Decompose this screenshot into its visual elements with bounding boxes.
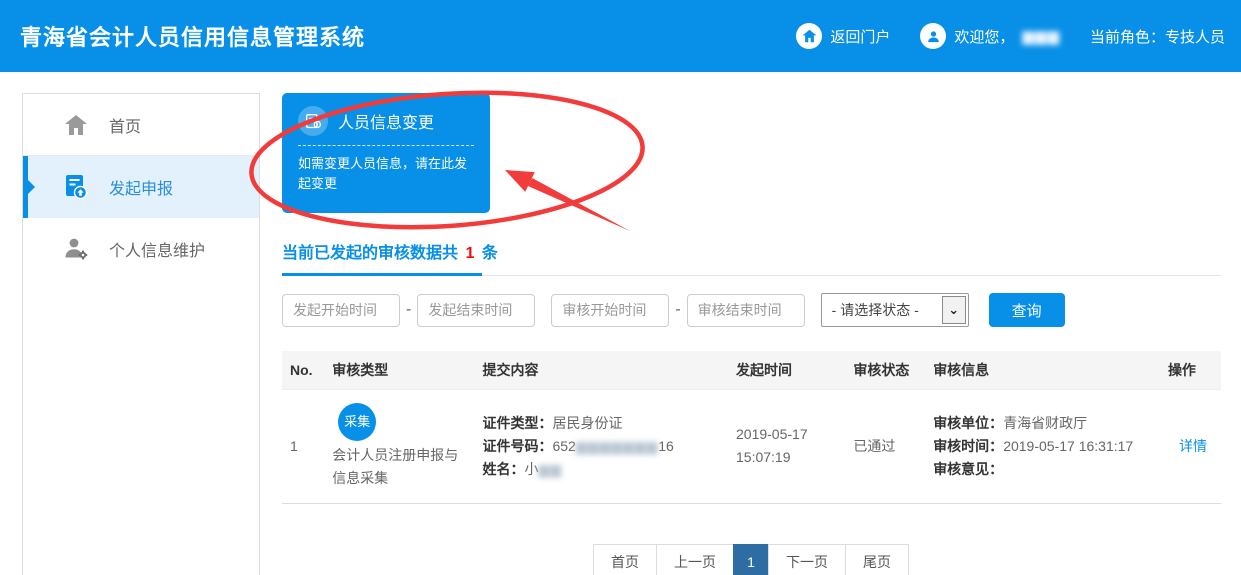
initiate-start-date-input[interactable] bbox=[282, 293, 400, 327]
col-review-info: 审核信息 bbox=[925, 351, 1160, 389]
card-title: 人员信息变更 bbox=[338, 115, 435, 132]
doc-no-suffix: 16 bbox=[658, 437, 674, 454]
sidebar-item-label: 个人信息维护 bbox=[109, 243, 206, 260]
date-range-dash: - bbox=[675, 301, 681, 318]
col-initiated-time: 发起时间 bbox=[728, 351, 846, 389]
query-button[interactable]: 查询 bbox=[988, 293, 1065, 327]
return-portal-link[interactable]: 返回门户 bbox=[796, 23, 890, 49]
status-select[interactable]: - 请选择状态 - ⌄ bbox=[820, 293, 969, 327]
table-header-row: No. 审核类型 提交内容 发起时间 审核状态 审核信息 操作 bbox=[282, 351, 1221, 389]
review-time-value: 2019-05-17 16:31:17 bbox=[1003, 437, 1134, 454]
filter-bar: - - - 请选择状态 - ⌄ 查询 bbox=[282, 293, 1221, 327]
row-review-status: 已通过 bbox=[845, 388, 926, 504]
card-header: 人员信息变更 bbox=[298, 106, 474, 136]
doc-type-label: 证件类型： bbox=[482, 414, 553, 431]
collect-badge: 采集 bbox=[338, 402, 377, 441]
doc-no-prefix: 652 bbox=[552, 437, 576, 454]
top-header: 青海省会计人员信用信息管理系统 返回门户 欢迎您， ▆▆▆ 当前角色：专技人员 bbox=[0, 0, 1241, 72]
heading-suffix: 条 bbox=[481, 245, 498, 262]
pagination-last[interactable]: 尾页 bbox=[845, 543, 909, 575]
red-arrow-shaft bbox=[527, 178, 630, 231]
doc-no-label: 证件号码： bbox=[482, 437, 553, 454]
pagination-first[interactable]: 首页 bbox=[593, 543, 657, 575]
review-type-text: 会计人员注册申报与信息采集 bbox=[332, 446, 459, 486]
person-name-prefix: 小 bbox=[524, 460, 539, 477]
detail-link[interactable]: 详情 bbox=[1179, 438, 1207, 454]
profile-maintenance-icon bbox=[63, 237, 89, 261]
col-review-status: 审核状态 bbox=[845, 351, 926, 389]
person-name-label: 姓名： bbox=[482, 460, 525, 477]
review-start-date-input[interactable] bbox=[551, 293, 670, 327]
chevron-down-icon: ⌄ bbox=[941, 296, 966, 324]
document-gear-icon bbox=[298, 106, 328, 136]
sidebar-item-declare[interactable]: 发起申报 bbox=[23, 156, 259, 218]
masked-doc-no: ▆▆▆▆▆▆▆ bbox=[575, 437, 659, 454]
row-no: 1 bbox=[282, 388, 325, 504]
pagination-next[interactable]: 下一页 bbox=[768, 543, 846, 575]
row-initiated-time: 2019-05-17 15:07:19 bbox=[728, 388, 846, 504]
review-unit-value: 青海省财政厅 bbox=[1003, 414, 1088, 431]
personnel-change-card[interactable]: 人员信息变更 如需变更人员信息，请在此发起变更 bbox=[282, 93, 490, 213]
row-review-type: 采集 会计人员注册申报与信息采集 bbox=[324, 388, 475, 504]
welcome-user[interactable]: 欢迎您， ▆▆▆ bbox=[920, 23, 1060, 49]
pagination-prev[interactable]: 上一页 bbox=[656, 543, 734, 575]
review-data-table: No. 审核类型 提交内容 发起时间 审核状态 审核信息 操作 1 采集 会计人… bbox=[282, 351, 1221, 504]
row-submitted-content: 证件类型：居民身份证 证件号码：652▆▆▆▆▆▆▆16 姓名：小▆▆ bbox=[474, 388, 728, 504]
masked-user-name: ▆▆▆ bbox=[1022, 28, 1060, 45]
masked-person-name: ▆▆ bbox=[538, 460, 563, 477]
heading-prefix: 当前已发起的审核数据共 bbox=[282, 245, 459, 262]
section-heading: 当前已发起的审核数据共 1 条 bbox=[282, 239, 1221, 263]
home-icon bbox=[63, 114, 89, 136]
return-portal-label: 返回门户 bbox=[830, 28, 891, 46]
section-underline bbox=[282, 273, 1221, 276]
table-row: 1 采集 会计人员注册申报与信息采集 证件类型：居民身份证 证件号码：652▆▆… bbox=[282, 388, 1221, 504]
date-range-dash: - bbox=[406, 301, 412, 318]
review-opinion-label: 审核意见： bbox=[933, 460, 1004, 477]
current-role-label: 当前角色：专技人员 bbox=[1089, 28, 1225, 46]
card-area: 人员信息变更 如需变更人员信息，请在此发起变更 bbox=[249, 90, 645, 231]
red-arrow-head bbox=[505, 170, 535, 192]
col-no: No. bbox=[282, 351, 325, 389]
user-circle-icon bbox=[920, 23, 947, 49]
main-content: 人员信息变更 如需变更人员信息，请在此发起变更 当前已发起的审核数据共 1 条 … bbox=[249, 90, 1221, 575]
welcome-prefix: 欢迎您， bbox=[954, 28, 1015, 46]
declare-icon bbox=[63, 174, 89, 200]
row-review-info: 审核单位：青海省财政厅 审核时间：2019-05-17 16:31:17 审核意… bbox=[925, 388, 1160, 504]
initiate-end-date-input[interactable] bbox=[417, 293, 536, 327]
pagination-page-1[interactable]: 1 bbox=[733, 543, 769, 575]
sidebar-item-label: 发起申报 bbox=[109, 181, 174, 198]
card-description: 如需变更人员信息，请在此发起变更 bbox=[298, 156, 468, 191]
col-operation: 操作 bbox=[1159, 351, 1221, 389]
card-divider bbox=[298, 145, 474, 146]
status-select-value: - 请选择状态 - bbox=[831, 302, 919, 318]
header-right: 返回门户 欢迎您， ▆▆▆ 当前角色：专技人员 bbox=[796, 23, 1225, 49]
sidebar-nav: 首页 发起申报 个人信息维护 bbox=[22, 93, 260, 575]
review-time-label: 审核时间： bbox=[933, 437, 1004, 454]
review-unit-label: 审核单位： bbox=[933, 414, 1004, 431]
sidebar-item-profile[interactable]: 个人信息维护 bbox=[23, 218, 259, 280]
record-count: 1 bbox=[465, 245, 475, 262]
pagination: 首页 上一页 1 下一页 尾页 bbox=[282, 543, 1221, 575]
sidebar-item-label: 首页 bbox=[109, 118, 142, 136]
col-submitted-content: 提交内容 bbox=[474, 351, 728, 389]
app-window: 青海省会计人员信用信息管理系统 返回门户 欢迎您， ▆▆▆ 当前角色：专技人员 bbox=[0, 0, 1241, 575]
doc-type-value: 居民身份证 bbox=[552, 414, 623, 431]
review-end-date-input[interactable] bbox=[686, 293, 805, 327]
home-circle-icon bbox=[796, 23, 823, 49]
app-title: 青海省会计人员信用信息管理系统 bbox=[20, 25, 366, 50]
sidebar-item-home[interactable]: 首页 bbox=[23, 94, 259, 156]
col-review-type: 审核类型 bbox=[324, 351, 475, 389]
